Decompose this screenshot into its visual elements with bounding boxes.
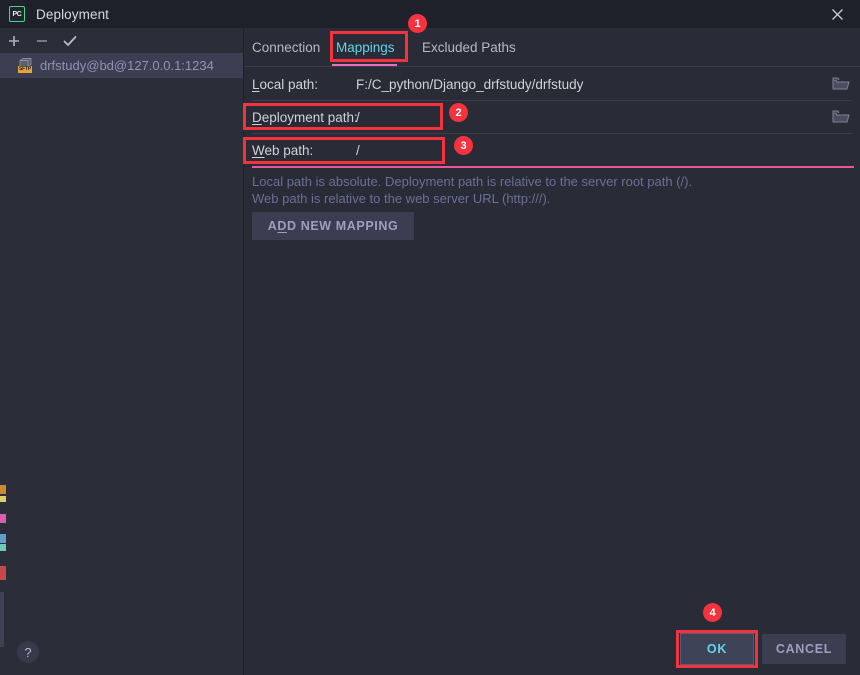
add-new-mapping-label: ADD NEW MAPPING [267, 219, 399, 233]
server-list-toolbar [0, 28, 243, 53]
server-list-item-label: drfstudy@bd@127.0.0.1:1234 [40, 58, 214, 73]
local-path-value[interactable]: F:/C_python/Django_drfstudy/drfstudy [356, 77, 583, 92]
local-path-label: Local path: [252, 77, 319, 92]
title-bar: PC Deployment [0, 0, 860, 28]
settings-tabs: Connection Mappings Excluded Paths [244, 28, 860, 67]
tab-bar-divider [244, 66, 860, 67]
local-path-row: Local path: F:/C_python/Django_drfstudy/… [244, 69, 860, 101]
set-default-server-button[interactable] [56, 28, 84, 53]
deployment-dialog: PC Deployment SFTP drfstudy@bd@127.0.0.1… [0, 0, 860, 675]
gutter-scroll-thumb[interactable] [0, 592, 4, 647]
local-path-underline [252, 100, 852, 101]
gutter-mark [0, 514, 6, 523]
gutter-mark [0, 566, 6, 580]
deployment-path-label: Deployment path: [252, 110, 358, 125]
web-path-value[interactable]: / [356, 143, 360, 158]
server-list-sidebar: SFTP drfstudy@bd@127.0.0.1:1234 [0, 28, 243, 675]
deployment-path-underline [252, 133, 852, 134]
web-path-focused-underline [252, 166, 854, 168]
remove-server-button[interactable] [28, 28, 56, 53]
mappings-help-line-1: Local path is absolute. Deployment path … [252, 174, 693, 189]
web-path-label: Web path: [252, 143, 314, 158]
server-list: SFTP drfstudy@bd@127.0.0.1:1234 [0, 53, 243, 675]
tab-excluded-paths[interactable]: Excluded Paths [420, 28, 518, 66]
add-new-mapping-button[interactable]: ADD NEW MAPPING [252, 212, 414, 240]
local-path-folder-browse-icon[interactable] [832, 76, 852, 94]
gutter-mark [0, 496, 6, 502]
mappings-help-line-2: Web path is relative to the web server U… [252, 191, 551, 206]
web-path-row: Web path: / [244, 135, 860, 168]
pycharm-logo-icon: PC [9, 6, 25, 22]
help-button[interactable]: ? [17, 641, 39, 663]
tab-mappings[interactable]: Mappings [334, 28, 397, 66]
mappings-panel: Connection Mappings Excluded Paths Local… [244, 28, 860, 675]
gutter-mark [0, 534, 6, 543]
tab-connection[interactable]: Connection [250, 28, 322, 66]
cancel-button[interactable]: CANCEL [762, 634, 846, 664]
deployment-path-row: Deployment path: / [244, 102, 860, 134]
sftp-server-icon: SFTP [18, 58, 34, 73]
error-stripe-gutter [0, 28, 6, 675]
server-list-item[interactable]: SFTP drfstudy@bd@127.0.0.1:1234 [0, 53, 243, 78]
deployment-path-folder-browse-icon[interactable] [832, 109, 852, 127]
window-title: Deployment [36, 6, 110, 22]
gutter-mark [0, 485, 6, 494]
sftp-badge-label: SFTP [18, 66, 32, 73]
deployment-path-value[interactable]: / [356, 110, 360, 125]
gutter-mark [0, 544, 6, 551]
close-icon[interactable] [814, 0, 860, 28]
ok-button[interactable]: OK [680, 633, 754, 665]
